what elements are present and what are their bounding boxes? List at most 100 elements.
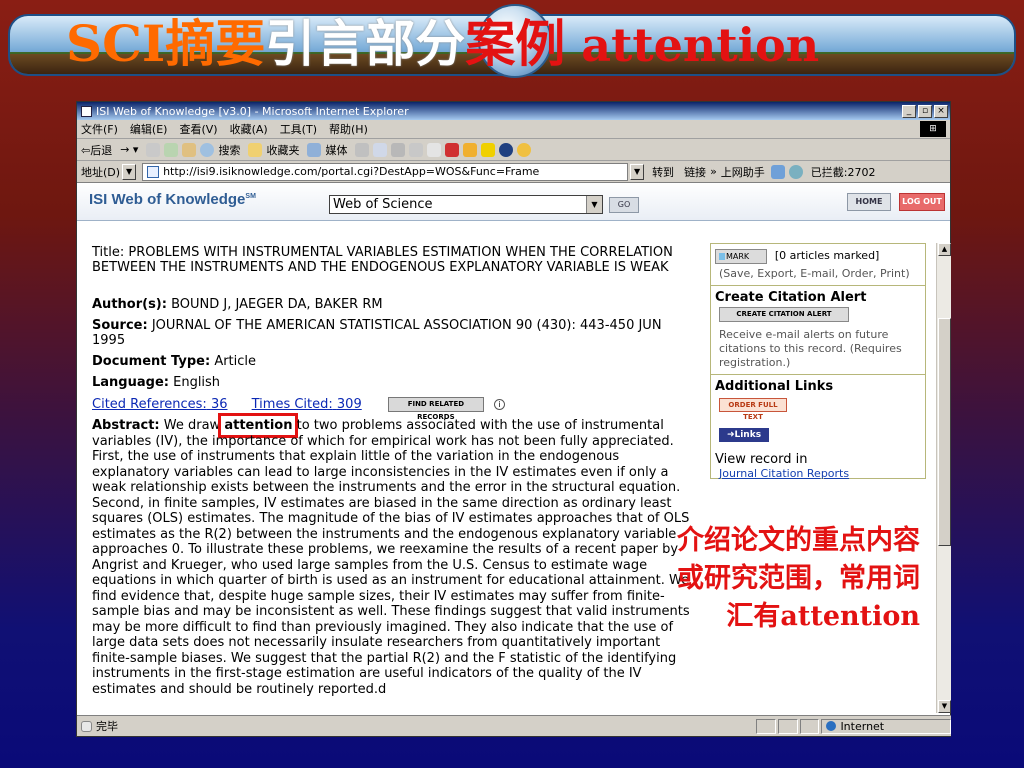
citation-alert-section: Create Citation Alert CREATE CITATION AL… [711, 286, 925, 375]
isi-logo-text: ISI Web of Knowledge [89, 191, 246, 208]
toolbar-extra-icon[interactable] [499, 142, 514, 157]
abstract-pre: We draw [163, 418, 221, 433]
links-toolbar[interactable]: 链接 [684, 164, 706, 180]
menu-edit[interactable]: 编辑(E) [130, 121, 168, 137]
window-titlebar: ISI Web of Knowledge [v3.0] - Microsoft … [77, 102, 950, 120]
create-citation-alert-button[interactable]: CREATE CITATION ALERT [719, 307, 849, 322]
additional-links-heading: Additional Links [715, 379, 834, 394]
menu-view[interactable]: 查看(V) [179, 121, 217, 137]
search-button[interactable]: 搜索 [218, 142, 240, 158]
record-authors: Author(s): BOUND J, JAEGER DA, BAKER RM [92, 297, 692, 312]
record-source: Source: JOURNAL OF THE AMERICAN STATISTI… [92, 318, 692, 348]
scroll-up-icon[interactable]: ▲ [938, 243, 951, 256]
address-history-dropdown[interactable]: ▼ [122, 163, 137, 180]
media-icon [307, 142, 322, 157]
mail-check-icon[interactable] [770, 164, 785, 179]
address-dropdown[interactable]: ▼ [630, 163, 645, 180]
record-title: Title: PROBLEMS WITH INSTRUMENTAL VARIAB… [92, 245, 692, 275]
status-pane-3 [799, 718, 820, 734]
home-icon[interactable] [182, 142, 197, 157]
title-value: PROBLEMS WITH INSTRUMENTAL VARIABLES EST… [92, 245, 673, 275]
doctype-label: Document Type: [92, 354, 211, 369]
address-bar: 地址(D) ▼ http://isi9.isiknowledge.com/por… [77, 161, 950, 183]
info-icon[interactable]: i [494, 399, 506, 410]
title-intro: 引言部分 [265, 14, 466, 73]
isi-logo[interactable]: ISI Web of KnowledgeSM [89, 191, 256, 208]
citation-alert-desc: Receive e-mail alerts on future citation… [719, 328, 902, 369]
scroll-thumb[interactable] [938, 318, 951, 546]
window-title: ISI Web of Knowledge [v3.0] - Microsoft … [96, 104, 409, 118]
order-full-text-button[interactable]: ORDER FULL TEXT [719, 398, 787, 421]
online-helper-button[interactable]: 上网助手 [721, 164, 765, 180]
find-related-button[interactable]: FIND RELATED RECORDS [387, 397, 484, 421]
database-select[interactable]: Web of Science ▼ [329, 195, 603, 214]
go-button[interactable]: 转到 [652, 164, 674, 180]
zone-pane: Internet [821, 718, 951, 734]
vertical-scrollbar[interactable]: ▲ ▼ [936, 243, 951, 713]
forward-button[interactable]: → ▾ [120, 143, 138, 156]
mark-button[interactable]: MARK [715, 249, 767, 264]
view-record-heading: View record in [715, 452, 808, 467]
media-button[interactable]: 媒体 [325, 142, 347, 158]
close-button[interactable]: × [934, 104, 948, 118]
jcr-link[interactable]: Journal Citation Reports [719, 467, 921, 480]
citation-alert-heading: Create Citation Alert [715, 290, 867, 305]
annotation-line-3: 汇有attention [726, 601, 920, 632]
scroll-down-icon[interactable]: ▼ [938, 700, 951, 713]
cited-refs-label: Cited References: [92, 397, 207, 412]
source-value: JOURNAL OF THE AMERICAN STATISTICAL ASSO… [151, 318, 512, 333]
maximize-button[interactable]: ▫ [918, 104, 932, 118]
print-icon[interactable] [391, 142, 406, 157]
minimize-button[interactable]: _ [902, 104, 916, 118]
history-icon[interactable] [355, 142, 370, 157]
logout-button[interactable]: LOG OUT [899, 193, 945, 211]
database-select-value: Web of Science [333, 197, 433, 212]
popup-blocked-count[interactable]: 已拦截:2702 [811, 164, 876, 180]
zone-text: Internet [840, 719, 885, 733]
marked-count: [0 articles marked] [774, 249, 880, 262]
edit-icon[interactable] [409, 142, 424, 157]
times-cited-label: Times Cited: [251, 397, 333, 412]
refresh-icon[interactable] [164, 142, 179, 157]
back-button[interactable]: ⇦后退 [81, 142, 112, 158]
translate-icon[interactable] [788, 164, 803, 179]
times-cited-value: 309 [336, 397, 362, 412]
mail-icon[interactable] [373, 142, 388, 157]
qq-icon[interactable] [481, 142, 496, 157]
smiley-icon[interactable] [517, 142, 532, 157]
menu-tools[interactable]: 工具(T) [280, 121, 317, 137]
times-cited-link[interactable]: Times Cited: 309 [252, 397, 362, 412]
cited-references-link[interactable]: Cited References: 36 [92, 397, 227, 412]
discuss-icon[interactable] [427, 142, 442, 157]
annotation-line-2: 或研究范围，常用词 [677, 563, 920, 594]
plugin-icon[interactable] [445, 142, 460, 157]
author-label: Author(s): [92, 297, 167, 312]
menu-favorites[interactable]: 收藏(A) [230, 121, 268, 137]
menu-bar: 文件(F) 编辑(E) 查看(V) 收藏(A) 工具(T) 帮助(H) ⊞ [77, 120, 950, 139]
address-input[interactable]: http://isi9.isiknowledge.com/portal.cgi?… [142, 162, 629, 181]
doctype-value: Article [214, 354, 257, 369]
status-pane-2 [777, 718, 798, 734]
menu-help[interactable]: 帮助(H) [329, 121, 368, 137]
address-label: 地址(D) [81, 165, 121, 179]
slide-annotation: 介绍论文的重点内容 或研究范围，常用词 汇有attention [570, 522, 920, 636]
home-button[interactable]: HOME [847, 193, 891, 211]
isi-header: ISI Web of KnowledgeSM Web of Science ▼ … [77, 183, 950, 221]
standard-toolbar: ⇦后退 → ▾ 搜索 收藏夹 媒体 [77, 139, 950, 161]
cited-refs-value: 36 [210, 397, 228, 412]
record-content: Title: PROBLEMS WITH INSTRUMENTAL VARIAB… [77, 243, 936, 711]
links-button[interactable]: ➜Links [719, 428, 769, 442]
chevron-icon[interactable]: » [710, 165, 717, 178]
select-arrow-icon: ▼ [586, 196, 602, 213]
messenger-icon[interactable] [463, 142, 478, 157]
status-pane-1 [755, 718, 776, 734]
stop-icon[interactable] [146, 142, 161, 157]
author-value: BOUND J, JAEGER DA, BAKER RM [171, 297, 383, 312]
record-doctype: Document Type: Article [92, 354, 692, 369]
favorites-button[interactable]: 收藏夹 [266, 142, 299, 158]
windows-logo-icon: ⊞ [920, 121, 946, 137]
isi-go-button[interactable]: GO [609, 197, 639, 213]
title-attention: attention [565, 18, 820, 72]
language-value: English [173, 375, 221, 390]
menu-file[interactable]: 文件(F) [81, 121, 118, 137]
